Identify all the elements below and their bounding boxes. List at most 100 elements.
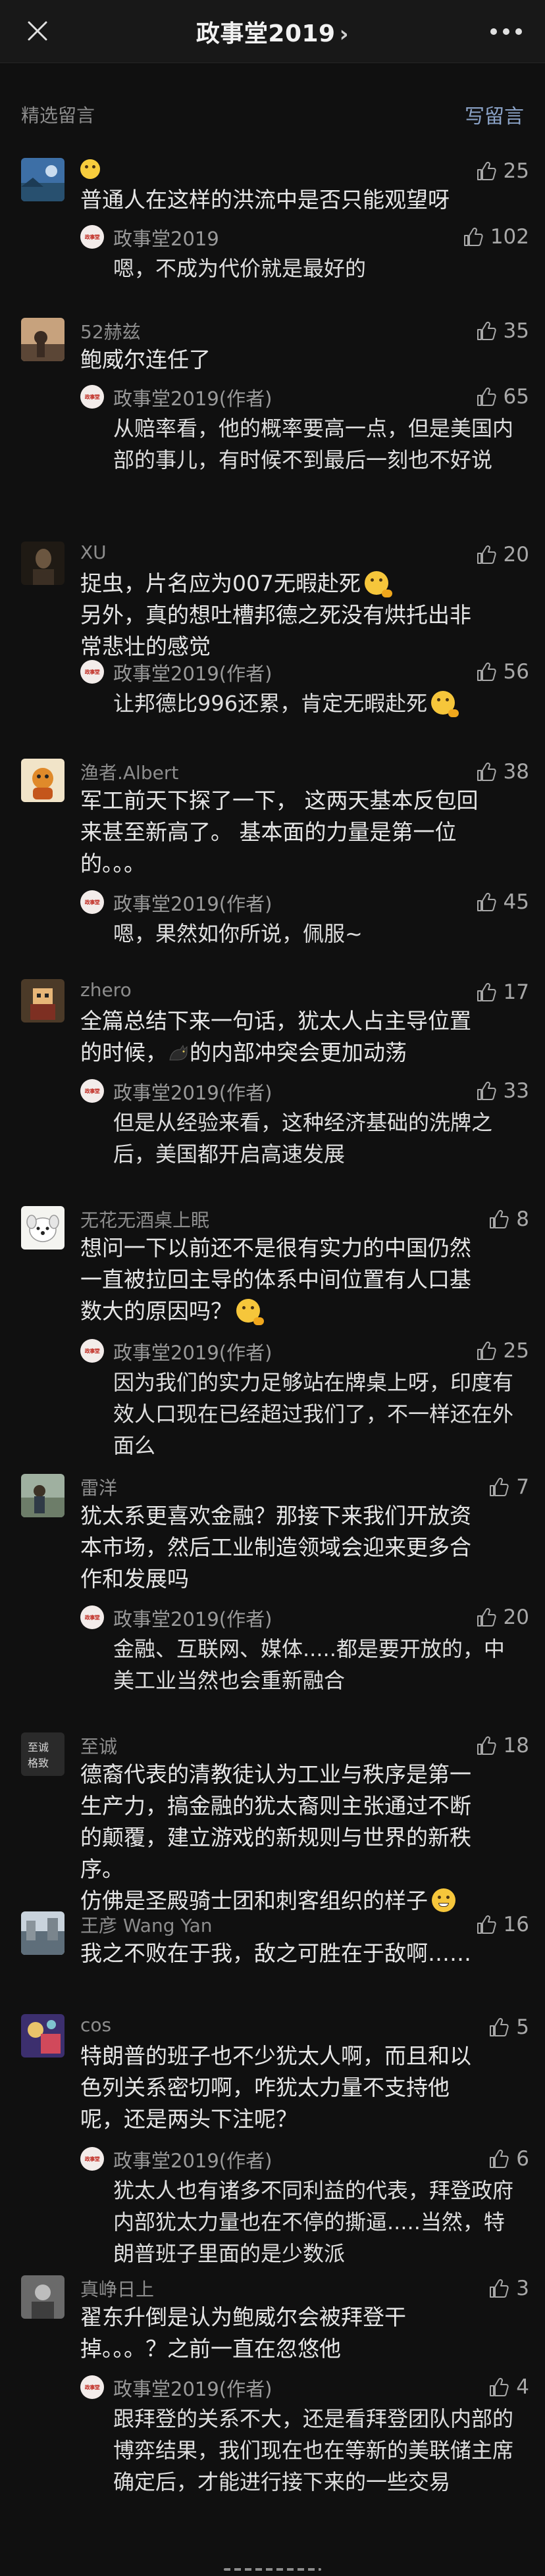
- comment-text: 普通人在这样的洪流中是否只能观望呀: [80, 187, 450, 213]
- comment-text: 捉虫，片名应为007无暇赴死另外，真的想吐槽邦德之死没有烘托出非常悲壮的感觉: [80, 568, 488, 663]
- like-button[interactable]: 18: [475, 1732, 529, 1759]
- like-button[interactable]: 102: [461, 224, 529, 250]
- thumbs-up-icon: [477, 1736, 496, 1755]
- avatar[interactable]: [21, 2014, 65, 2058]
- like-button[interactable]: 5: [487, 2014, 529, 2040]
- avatar[interactable]: 至诚 格致: [21, 1732, 65, 1776]
- thumbs-up-icon: [477, 387, 496, 406]
- reply-author: 政事堂2019(作者): [113, 1342, 272, 1364]
- comment-item: zhero 17 全篇总结下来一句话，犹太人占主导位置的时候， 的内部冲突会更加动…: [0, 979, 545, 1190]
- thumbs-up-icon: [477, 545, 496, 564]
- top-bar: 政事堂2019 ›: [0, 0, 545, 63]
- reply-author: 政事堂2019(作者): [113, 663, 272, 685]
- thumbs-up-icon: [463, 227, 483, 246]
- avatar[interactable]: [21, 1474, 65, 1517]
- reply-text: 犹太人也有诸多不同利益的代表，拜登政府内部犹太力量也在不停的撕逼.....当然，…: [113, 2178, 514, 2266]
- like-button[interactable]: 17: [475, 979, 529, 1005]
- chevron-right-icon: ›: [339, 21, 350, 47]
- author-logo-text: 政事堂: [84, 898, 100, 905]
- comment-item: 真峥日上 3 翟东升倒是认为鲍威尔会被拜登干掉。。。？之前一直在忽悠他 政事堂 …: [0, 2275, 545, 2552]
- reply-author: 政事堂2019: [113, 228, 219, 250]
- avatar[interactable]: [21, 1911, 65, 1955]
- like-button[interactable]: 45: [475, 889, 529, 915]
- face-with-hand-emoji: [365, 571, 392, 597]
- author-logo-text: 政事堂: [84, 393, 100, 400]
- reply-text-part: 让邦德比996还累，肯定无暇赴死: [113, 691, 428, 716]
- comment-text-part: 的内部冲突会更加动荡: [190, 1040, 407, 1065]
- like-button[interactable]: 33: [475, 1078, 529, 1104]
- face-with-hand-emoji: [431, 691, 459, 717]
- like-count: 17: [503, 980, 529, 1004]
- like-button[interactable]: 3: [487, 2275, 529, 2302]
- like-count: 18: [503, 1734, 529, 1757]
- comment-nickname: XU: [80, 542, 107, 563]
- like-count: 3: [516, 2277, 529, 2300]
- comment-item: 52赫兹 35 鲍威尔连任了 政事堂 政事堂2019(作者) 65 从赔率看，他…: [0, 318, 545, 528]
- reply-author: 政事堂2019(作者): [113, 1082, 272, 1104]
- like-button[interactable]: 7: [487, 1474, 529, 1500]
- like-count: 102: [490, 225, 529, 249]
- like-count: 65: [503, 385, 529, 409]
- comment-text-part: 另外，真的想吐槽邦德之死没有烘托出非常悲壮的感觉: [80, 602, 471, 659]
- like-count: 33: [503, 1079, 529, 1103]
- section-title: 精选留言: [21, 105, 95, 126]
- like-button[interactable]: 35: [475, 318, 529, 344]
- like-count: 16: [503, 1913, 529, 1936]
- reply-text: 从赔率看，他的概率要高一点，但是美国内部的事儿，有时候不到最后一刻也不好说: [113, 416, 514, 472]
- like-button[interactable]: 6: [487, 2146, 529, 2172]
- comment-nickname: zhero: [80, 979, 132, 1001]
- avatar[interactable]: [21, 1206, 65, 1250]
- reply-author: 政事堂2019(作者): [113, 1608, 272, 1630]
- like-count: 25: [503, 1339, 529, 1363]
- like-button[interactable]: 25: [475, 1338, 529, 1364]
- bottom-fade: [0, 2551, 545, 2576]
- thumbs-up-icon: [477, 1915, 496, 1934]
- avatar[interactable]: [21, 2275, 65, 2319]
- like-count: 20: [503, 1605, 529, 1629]
- author-logo: 政事堂: [80, 660, 104, 684]
- comment-text-part: 仿佛是圣殿骑士团和刺客组织的样子: [80, 1888, 428, 1913]
- like-button[interactable]: 16: [475, 1911, 529, 1938]
- thumbs-up-icon: [490, 2017, 509, 2036]
- more-icon[interactable]: [490, 28, 523, 36]
- thumbs-up-icon: [490, 1209, 509, 1228]
- write-comment-button[interactable]: 写留言: [465, 100, 524, 129]
- comment-nickname: 真峥日上: [80, 2279, 155, 2300]
- author-logo: 政事堂: [80, 1339, 104, 1363]
- black-cat-icon: [169, 1044, 188, 1061]
- avatar[interactable]: [21, 318, 65, 361]
- like-button[interactable]: 38: [475, 759, 529, 785]
- thumbs-up-icon: [490, 2377, 509, 2396]
- like-count: 7: [516, 1475, 529, 1499]
- avatar[interactable]: [21, 979, 65, 1023]
- comment-nickname: cos: [80, 2014, 112, 2036]
- thumbs-up-icon: [477, 762, 496, 781]
- like-count: 25: [503, 159, 529, 183]
- slightly-smiling-emoji: [80, 159, 100, 179]
- like-button[interactable]: 25: [475, 158, 529, 184]
- comment-item: 至诚 格致 至诚 18 德裔代表的清教徒认为工业与秩序是第一生产力，搞金融的犹太裔…: [0, 1732, 545, 1913]
- avatar[interactable]: [21, 542, 65, 585]
- author-logo-text: 政事堂: [84, 1613, 100, 1621]
- comment-text-part: 捉虫，片名应为007无暇赴死: [80, 570, 361, 596]
- like-button[interactable]: 20: [475, 1604, 529, 1630]
- thumbs-up-icon: [477, 1607, 496, 1627]
- avatar[interactable]: [21, 759, 65, 802]
- thumbs-up-icon: [490, 2279, 509, 2298]
- comment-text: 犹太系更喜欢金融？那接下来我们开放资本市场，然后工业制造领域会迎来更多合作和发展…: [80, 1503, 471, 1592]
- comment-text: 我之不败在于我，敌之可胜在于敌啊……: [80, 1940, 471, 1966]
- like-button[interactable]: 65: [475, 384, 529, 410]
- like-button[interactable]: 20: [475, 542, 529, 568]
- thumbs-up-icon: [477, 1081, 496, 1100]
- like-count: 20: [503, 543, 529, 567]
- comment-item: 雷洋 7 犹太系更喜欢金融？那接下来我们开放资本市场，然后工业制造领域会迎来更多…: [0, 1474, 545, 1693]
- like-button[interactable]: 4: [487, 2374, 529, 2400]
- page-title[interactable]: 政事堂2019 ›: [0, 14, 545, 49]
- reply-text: 金融、互联网、媒体.....都是要开放的，中美工业当然也会重新融合: [113, 1636, 505, 1693]
- like-button[interactable]: 56: [475, 659, 529, 685]
- author-logo-text: 政事堂: [84, 233, 100, 240]
- avatar[interactable]: [21, 158, 65, 201]
- reply-text: 嗯，不成为代价就是最好的: [113, 256, 367, 281]
- author-logo-text: 政事堂: [84, 2155, 100, 2162]
- like-button[interactable]: 8: [487, 1206, 529, 1232]
